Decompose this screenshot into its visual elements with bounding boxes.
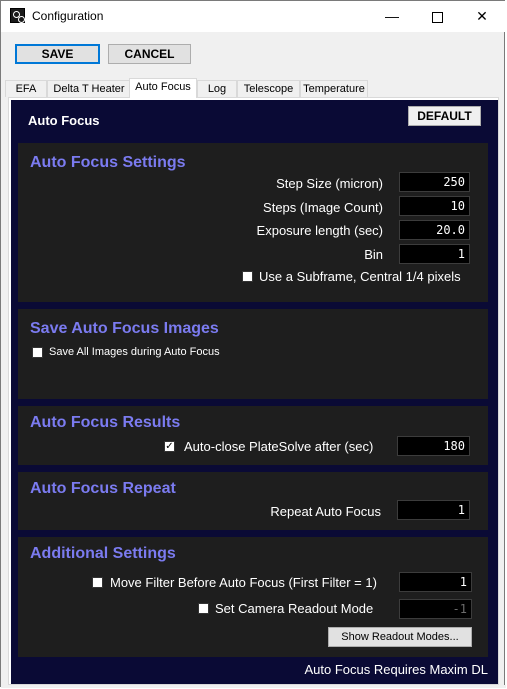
autoclose-label: Auto-close PlateSolve after (sec) [184,439,374,454]
section-title-settings: Auto Focus Settings [30,154,186,171]
repeat-section: Auto Focus Repeat Repeat Auto Focus 1 [18,472,488,530]
section-title-save-images: Save Auto Focus Images [30,320,219,337]
minimize-button[interactable]: — [370,1,414,32]
exposure-label: Exposure length (sec) [256,223,383,238]
section-title-additional: Additional Settings [30,545,176,562]
autoclose-checkbox[interactable]: ✓ [164,441,175,452]
section-title-results: Auto Focus Results [30,414,181,431]
steps-label: Steps (Image Count) [263,200,383,215]
readout-mode-checkbox[interactable] [198,603,209,614]
check-icon: ✓ [165,441,174,452]
save-images-section: Save Auto Focus Images Save All Images d… [18,309,488,399]
cancel-button[interactable]: CANCEL [108,44,191,64]
auto-focus-settings-section: Auto Focus Settings Step Size (micron) 2… [18,143,488,302]
repeat-input[interactable]: 1 [397,500,470,520]
save-all-images-checkbox[interactable] [32,347,43,358]
move-filter-input[interactable]: 1 [399,572,472,592]
results-section: Auto Focus Results ✓ Auto-close PlateSol… [18,406,488,465]
autoclose-seconds-input[interactable]: 180 [397,436,470,456]
step-size-label: Step Size (micron) [276,176,383,191]
tab-log[interactable]: Log [197,80,237,97]
tab-delta-t-heater[interactable]: Delta T Heater [47,80,131,97]
exposure-input[interactable]: 20.0 [399,220,470,240]
default-button[interactable]: DEFAULT [408,106,481,126]
tab-temperature[interactable]: Temperature [300,80,368,97]
bin-label: Bin [364,247,383,262]
subframe-checkbox[interactable] [242,271,253,282]
configuration-window: Configuration — ✕ SAVE CANCEL EFA Delta … [0,0,506,688]
title-bar[interactable]: Configuration — ✕ [1,1,506,32]
section-title-repeat: Auto Focus Repeat [30,480,176,497]
tab-auto-focus[interactable]: Auto Focus [129,78,197,98]
window-title: Configuration [32,9,104,23]
repeat-label: Repeat Auto Focus [270,504,381,519]
readout-mode-label: Set Camera Readout Mode [215,601,374,616]
move-filter-label: Move Filter Before Auto Focus (First Fil… [110,575,377,590]
additional-settings-section: Additional Settings Move Filter Before A… [18,537,488,657]
save-button[interactable]: SAVE [15,44,100,64]
panel-title: Auto Focus [28,113,100,128]
tab-telescope[interactable]: Telescope [237,80,300,97]
step-size-input[interactable]: 250 [399,172,470,192]
maximize-button[interactable] [415,1,459,32]
maxim-requirement-note: Auto Focus Requires Maxim DL [304,662,488,677]
bin-input[interactable]: 1 [399,244,470,264]
steps-input[interactable]: 10 [399,196,470,216]
show-readout-modes-button[interactable]: Show Readout Modes... [328,627,472,647]
auto-focus-panel: Auto Focus DEFAULT Auto Focus Settings S… [11,100,498,684]
save-all-images-label: Save All Images during Auto Focus [49,346,220,358]
bottom-edge [1,685,506,688]
close-button[interactable]: ✕ [460,1,504,32]
move-filter-checkbox[interactable] [92,577,103,588]
readout-mode-input[interactable]: -1 [399,599,472,619]
subframe-label: Use a Subframe, Central 1/4 pixels [259,269,461,284]
app-icon [10,8,25,23]
maximize-icon [431,11,443,23]
tab-efa[interactable]: EFA [5,80,47,97]
